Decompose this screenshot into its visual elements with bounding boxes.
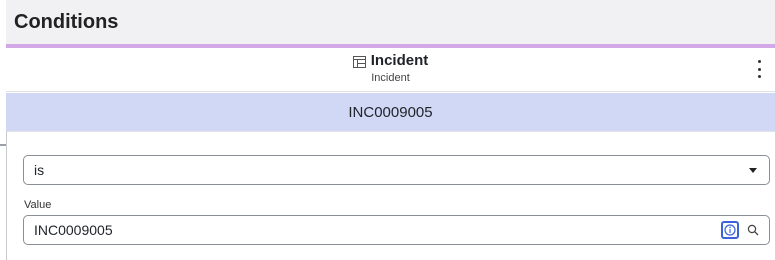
page-title: Conditions	[14, 10, 119, 33]
value-field-label: Value	[24, 199, 52, 211]
selected-record-value: INC0009005	[348, 103, 433, 121]
table-title: Incident	[370, 52, 429, 69]
more-vertical-icon[interactable]	[753, 60, 765, 78]
chevron-down-icon	[749, 168, 757, 173]
info-icon[interactable]	[721, 221, 739, 239]
condition-editor-popover: is Value INC0009005	[6, 131, 775, 260]
table-subtitle: Incident	[371, 72, 410, 84]
selected-record-row[interactable]: INC0009005	[6, 93, 775, 131]
table-card: Incident Incident	[6, 48, 775, 92]
value-input[interactable]: INC0009005	[23, 215, 770, 245]
operator-select-value: is	[34, 162, 45, 178]
operator-select[interactable]: is	[23, 155, 770, 185]
value-input-text: INC0009005	[34, 222, 113, 238]
conditions-header: Conditions	[6, 0, 775, 44]
search-icon[interactable]	[745, 222, 761, 238]
conditions-panel: Conditions Incident Incident INC0009005 …	[0, 0, 775, 260]
table-icon	[352, 55, 366, 68]
table-title-row: Incident	[6, 52, 775, 69]
